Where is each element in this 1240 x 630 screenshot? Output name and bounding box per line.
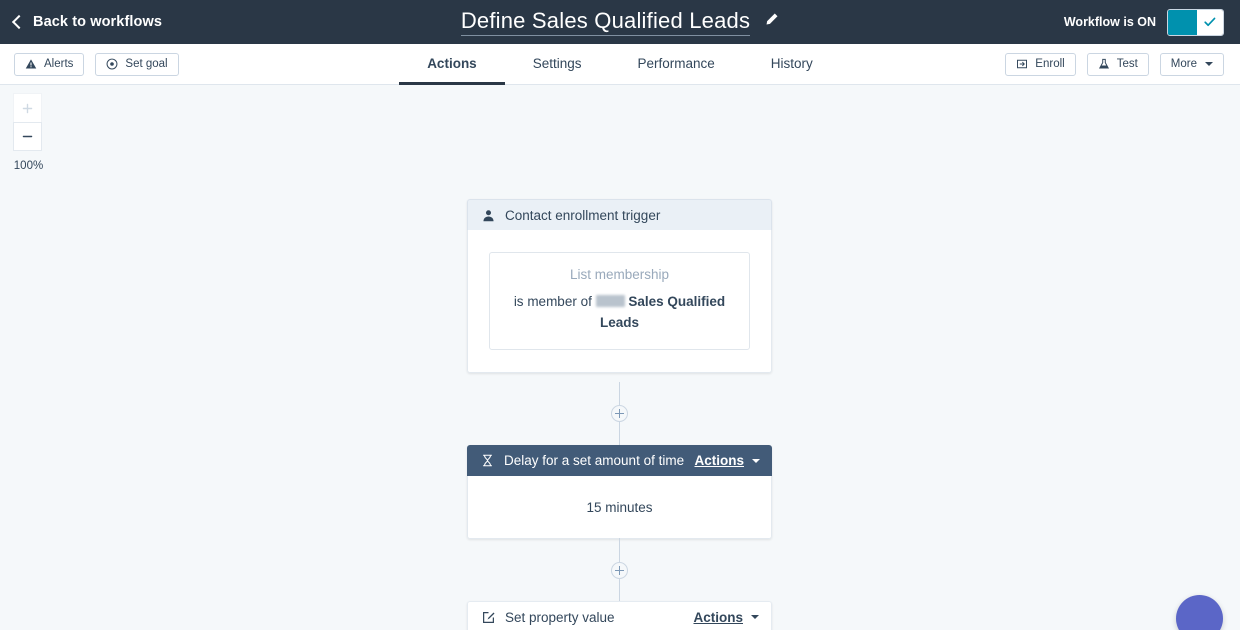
node-contact-enrollment-trigger[interactable]: Contact enrollment trigger List membersh… (467, 199, 772, 373)
check-icon (1204, 17, 1216, 27)
caret-down-icon (751, 615, 759, 619)
toggle-track-on (1168, 9, 1197, 35)
flask-icon (1098, 58, 1109, 69)
node-body: 15 minutes (467, 476, 772, 539)
enroll-label: Enroll (1035, 58, 1065, 70)
toggle-knob (1197, 9, 1223, 35)
back-to-workflows-label: Back to workflows (33, 14, 163, 30)
node-delay[interactable]: Delay for a set amount of time Actions 1… (467, 445, 772, 539)
tab-history[interactable]: History (743, 44, 841, 85)
workflow-title-group: Define Sales Qualified Leads (0, 0, 1240, 44)
criteria-prefix: is member of (513, 294, 592, 309)
chat-bubble-icon[interactable] (1176, 595, 1223, 630)
node-actions-menu[interactable]: Actions (694, 453, 760, 468)
enroll-icon (1017, 59, 1028, 69)
caret-down-icon (752, 458, 760, 463)
test-button[interactable]: Test (1086, 52, 1149, 76)
alerts-button[interactable]: Alerts (14, 52, 85, 76)
pencil-icon[interactable] (764, 12, 779, 32)
node-header: Delay for a set amount of time Actions (467, 445, 772, 476)
tab-settings[interactable]: Settings (505, 44, 610, 85)
workflow-on-off-toggle[interactable] (1167, 8, 1224, 36)
zoom-level-label: 100% (13, 160, 44, 172)
test-label: Test (1116, 58, 1138, 70)
zoom-in-button[interactable] (13, 93, 42, 122)
node-set-property-value[interactable]: Set property value Actions Set contact p… (467, 601, 772, 630)
enrollment-criteria-box[interactable]: List membership is member of Sales Quali… (489, 252, 750, 350)
toolbar-left-group: Alerts Set goal (14, 52, 179, 76)
node-header-title: Set property value (505, 609, 615, 625)
enroll-button[interactable]: Enroll (1005, 52, 1076, 76)
workflow-title[interactable]: Define Sales Qualified Leads (460, 8, 751, 36)
node-header: Contact enrollment trigger (467, 199, 772, 230)
more-button[interactable]: More (1159, 52, 1224, 76)
toolbar-right-group: Enroll Test More (1005, 44, 1224, 84)
node-actions-label: Actions (694, 453, 744, 468)
tab-performance[interactable]: Performance (609, 44, 742, 85)
node-actions-menu[interactable]: Actions (693, 610, 759, 625)
zoom-out-button[interactable] (13, 122, 42, 151)
hourglass-icon (479, 454, 495, 467)
edit-square-icon (480, 611, 496, 624)
tab-actions-label: Actions (427, 55, 477, 71)
workflow-status-group: Workflow is ON (1064, 0, 1224, 44)
top-bar: Back to workflows Define Sales Qualified… (0, 0, 1240, 44)
node-header-title: Contact enrollment trigger (505, 207, 661, 223)
target-icon (106, 58, 118, 70)
add-step-button-2[interactable] (611, 562, 628, 579)
plus-icon (22, 103, 33, 113)
tab-performance-label: Performance (637, 55, 715, 71)
node-body: List membership is member of Sales Quali… (467, 230, 772, 373)
tab-history-label: History (770, 55, 813, 71)
minus-icon (22, 135, 33, 138)
chevron-left-icon (11, 14, 27, 29)
zoom-controls: 100% (13, 93, 43, 172)
set-goal-label: Set goal (125, 58, 168, 70)
node-header-title: Delay for a set amount of time (504, 453, 685, 468)
add-step-button-1[interactable] (611, 405, 628, 422)
tab-actions[interactable]: Actions (399, 44, 505, 85)
criteria-detail: is member of Sales Qualified Leads (502, 291, 737, 333)
node-actions-label: Actions (693, 609, 743, 625)
criteria-type-label: List membership (569, 267, 670, 282)
more-label: More (1170, 58, 1197, 70)
workflow-canvas[interactable]: 100% Contact enrollment trigger List mem… (0, 85, 1240, 630)
warning-triangle-icon (25, 59, 37, 69)
toolbar: Alerts Set goal Actions Settings Perform… (0, 44, 1240, 85)
workflow-status-label: Workflow is ON (1063, 15, 1156, 29)
delay-duration: 15 minutes (586, 499, 653, 515)
redacted-block (595, 295, 625, 307)
set-goal-button[interactable]: Set goal (95, 52, 179, 76)
alerts-label: Alerts (44, 58, 74, 70)
node-header: Set property value Actions (467, 601, 772, 630)
contact-person-icon (480, 209, 496, 222)
back-to-workflows-link[interactable]: Back to workflows (11, 14, 163, 30)
caret-down-icon (1205, 62, 1213, 66)
tab-settings-label: Settings (532, 55, 582, 71)
